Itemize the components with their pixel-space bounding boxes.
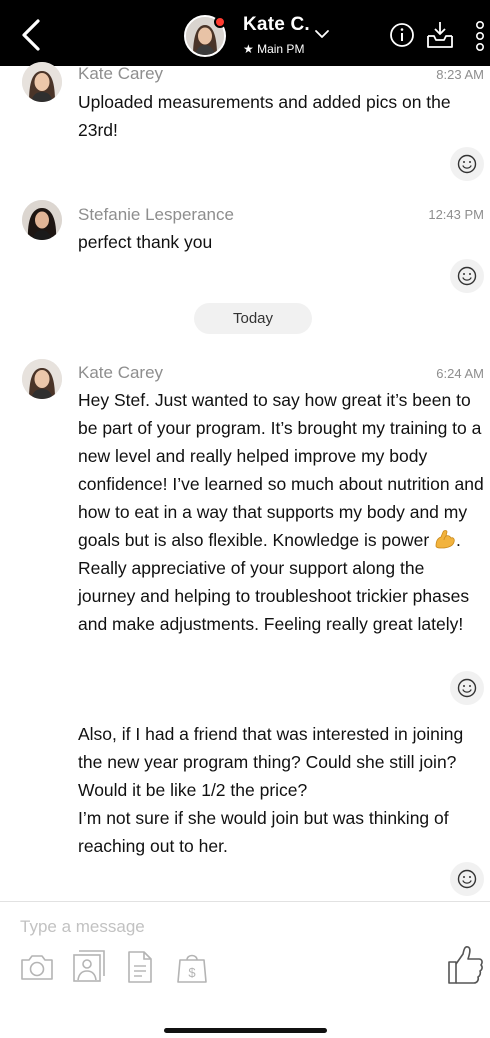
smiley-icon xyxy=(457,869,477,889)
message-item: Also, if I had a friend that was interes… xyxy=(0,718,490,896)
flexed-biceps-emoji xyxy=(435,530,455,549)
contact-name[interactable]: Kate C. xyxy=(243,14,310,36)
sender-name: Kate Carey xyxy=(78,64,164,83)
message-time: 6:24 AM xyxy=(436,366,484,381)
message-item: Kate Carey 8:23 AM Uploaded measurements… xyxy=(0,56,490,186)
composer-divider xyxy=(0,901,490,902)
contact-subtitle: ★ Main PM xyxy=(243,42,305,56)
document-icon[interactable] xyxy=(127,950,153,984)
status-dot xyxy=(214,16,226,28)
message-time: 8:23 AM xyxy=(436,67,484,82)
message-text: Hey Stef. Just wanted to say how great i… xyxy=(78,386,486,638)
react-button[interactable] xyxy=(450,147,484,181)
message-item: Stefanie Lesperance 12:43 PM perfect tha… xyxy=(0,196,490,296)
svg-text:$: $ xyxy=(188,965,196,980)
smiley-icon xyxy=(457,266,477,286)
more-vertical-icon[interactable] xyxy=(474,20,486,52)
day-separator: Today xyxy=(194,303,312,334)
react-button[interactable] xyxy=(450,862,484,896)
message-text: perfect thank you xyxy=(78,232,213,252)
inbox-download-icon[interactable] xyxy=(425,20,455,50)
smiley-icon xyxy=(457,678,477,698)
back-icon[interactable] xyxy=(18,18,46,52)
photo-library-icon[interactable] xyxy=(72,949,106,983)
thumbs-up-icon[interactable] xyxy=(446,944,484,986)
camera-icon[interactable] xyxy=(20,953,54,981)
message-time: 12:43 PM xyxy=(428,207,484,222)
info-icon[interactable] xyxy=(389,22,415,48)
message-text: Also, if I had a friend that was interes… xyxy=(78,724,464,856)
paid-content-icon[interactable]: $ xyxy=(176,950,208,984)
sender-name: Kate Carey xyxy=(78,363,164,382)
avatar[interactable] xyxy=(22,62,62,102)
message-input[interactable] xyxy=(20,914,400,940)
chevron-down-icon[interactable] xyxy=(314,28,330,40)
react-button[interactable] xyxy=(450,671,484,705)
react-button[interactable] xyxy=(450,259,484,293)
home-indicator xyxy=(164,1028,327,1033)
sender-name: Stefanie Lesperance xyxy=(78,205,234,224)
avatar[interactable] xyxy=(22,359,62,399)
message-text-part: Hey Stef. Just wanted to say how great i… xyxy=(78,390,484,550)
avatar[interactable] xyxy=(22,200,62,240)
message-item: Kate Carey 6:24 AM Hey Stef. Just wanted… xyxy=(0,355,490,705)
smiley-icon xyxy=(457,154,477,174)
message-text: Uploaded measurements and added pics on … xyxy=(78,92,451,140)
